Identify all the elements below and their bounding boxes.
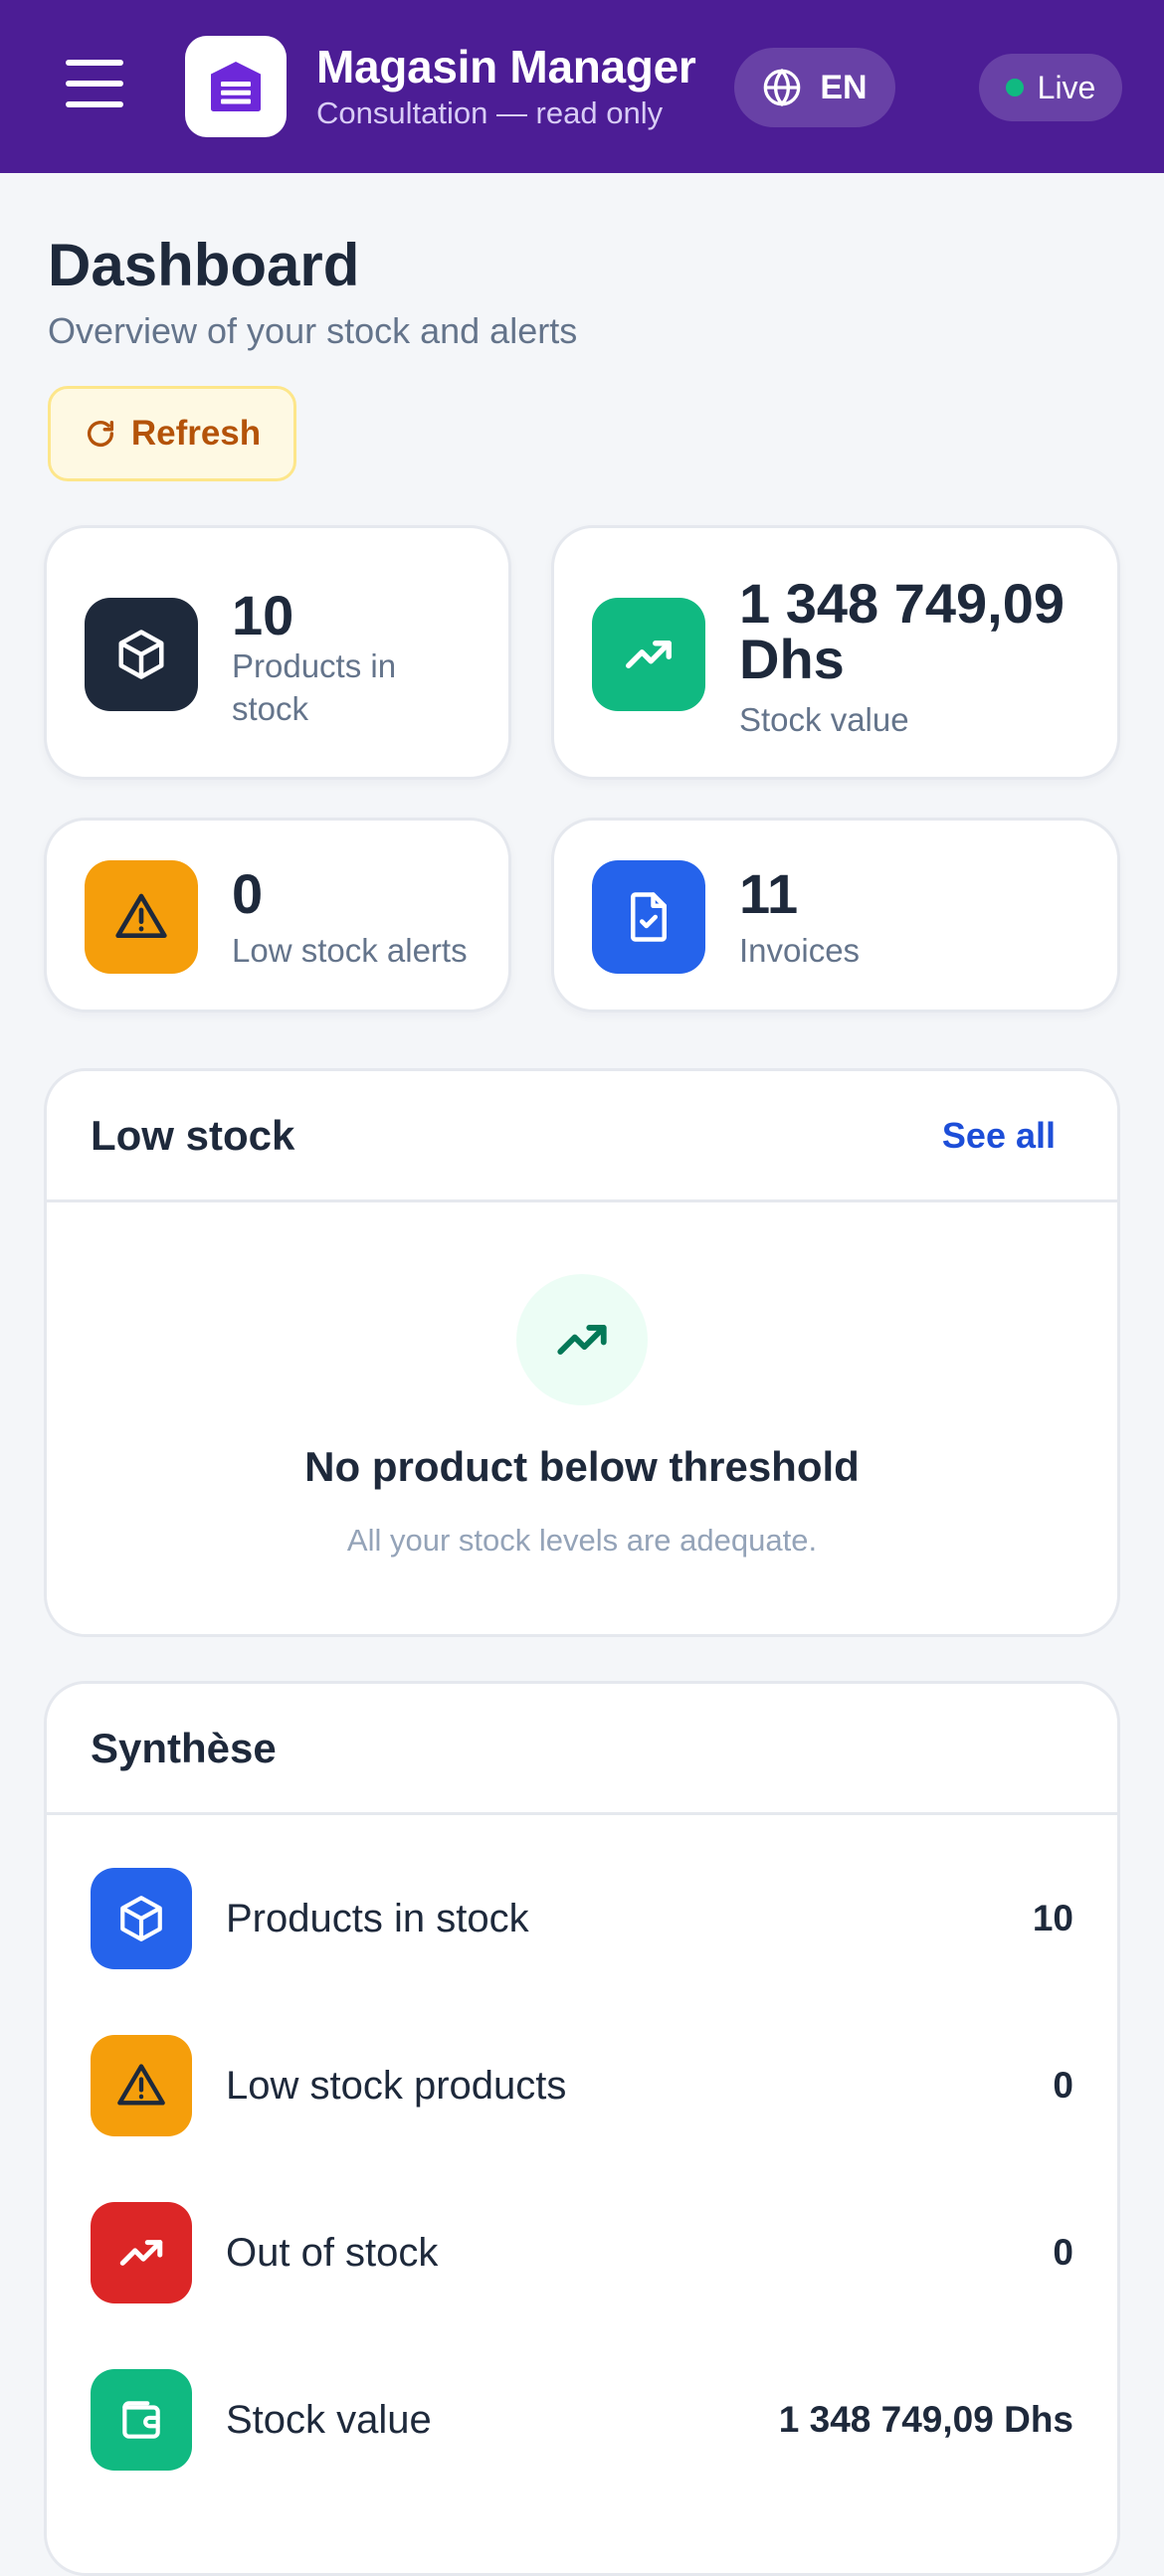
- warning-icon: [85, 860, 198, 974]
- wallet-icon: [91, 2369, 192, 2471]
- trending-up-icon: [91, 2202, 192, 2303]
- box-icon: [85, 598, 198, 711]
- stat-label: Stock value: [739, 701, 909, 738]
- empty-state: No product below threshold All your stoc…: [47, 1202, 1117, 1559]
- trending-up-icon: [516, 1274, 648, 1405]
- stat-label: Invoices: [739, 932, 861, 969]
- synthese-panel: Synthèse Products in stock 10 Low stock …: [44, 1681, 1120, 2576]
- panel-title: Synthèse: [91, 1724, 277, 1771]
- panel-header: Low stock See all: [47, 1071, 1117, 1202]
- refresh-button[interactable]: Refresh: [48, 386, 296, 481]
- hamburger-menu-icon[interactable]: [66, 60, 131, 107]
- stat-card-low-stock[interactable]: 0 Low stock alerts: [44, 818, 511, 1012]
- empty-state-title: No product below threshold: [304, 1443, 860, 1490]
- refresh-icon: [87, 420, 113, 447]
- refresh-label: Refresh: [130, 414, 262, 453]
- stat-card-products[interactable]: 10 Products in stock: [44, 525, 511, 780]
- empty-state-text: All your stock levels are adequate.: [346, 1523, 818, 1558]
- stat-value: 11: [739, 862, 799, 925]
- summary-row-low-stock: Low stock products 0: [91, 2035, 1073, 2136]
- warehouse-icon: [185, 36, 287, 137]
- file-check-icon: [592, 860, 705, 974]
- summary-row-out-of-stock: Out of stock 0: [91, 2202, 1073, 2303]
- stat-value: 10: [232, 584, 294, 646]
- trending-up-icon: [592, 598, 705, 711]
- box-icon: [91, 1868, 192, 1969]
- summary-label: Stock value: [226, 2397, 432, 2442]
- summary-label: Low stock products: [226, 2063, 567, 2108]
- stat-card-stock-value[interactable]: 1 348 749,09 Dhs Stock value: [551, 525, 1120, 780]
- low-stock-panel: Low stock See all No product below thres…: [44, 1068, 1120, 1637]
- language-selector[interactable]: EN: [734, 48, 895, 127]
- page-title: Dashboard: [48, 232, 360, 298]
- stat-label: Products in stock: [232, 647, 397, 727]
- see-all-link[interactable]: See all: [942, 1115, 1056, 1157]
- app-subtitle: Consultation — read only: [316, 95, 664, 130]
- page-subtitle: Overview of your stock and alerts: [48, 310, 578, 351]
- language-label: EN: [820, 68, 868, 106]
- summary-value: 10: [1032, 1898, 1073, 1938]
- warning-icon: [91, 2035, 192, 2136]
- globe-icon: [764, 68, 801, 107]
- stat-value: 1 348 749,09 Dhs: [739, 572, 1065, 690]
- stat-card-invoices[interactable]: 11 Invoices: [551, 818, 1120, 1012]
- summary-label: Products in stock: [226, 1896, 529, 1940]
- live-dot-icon: [1005, 79, 1024, 96]
- app-title: Magasin Manager: [316, 41, 696, 92]
- panel-title: Low stock: [91, 1111, 295, 1159]
- summary-label: Out of stock: [226, 2230, 439, 2275]
- live-status-badge: Live: [979, 54, 1122, 121]
- summary-row-stock-value: Stock value 1 348 749,09 Dhs: [91, 2369, 1073, 2471]
- summary-value: 0: [1053, 2232, 1073, 2273]
- panel-header: Synthèse: [47, 1684, 1117, 1815]
- live-status-label: Live: [1037, 69, 1096, 105]
- app-header: Magasin Manager Consultation — read only…: [0, 0, 1164, 173]
- summary-value: 0: [1053, 2065, 1073, 2106]
- stat-value: 0: [232, 862, 264, 925]
- summary-row-products: Products in stock 10: [91, 1868, 1073, 1969]
- stat-label: Low stock alerts: [232, 932, 468, 969]
- summary-value: 1 348 749,09 Dhs: [778, 2399, 1073, 2440]
